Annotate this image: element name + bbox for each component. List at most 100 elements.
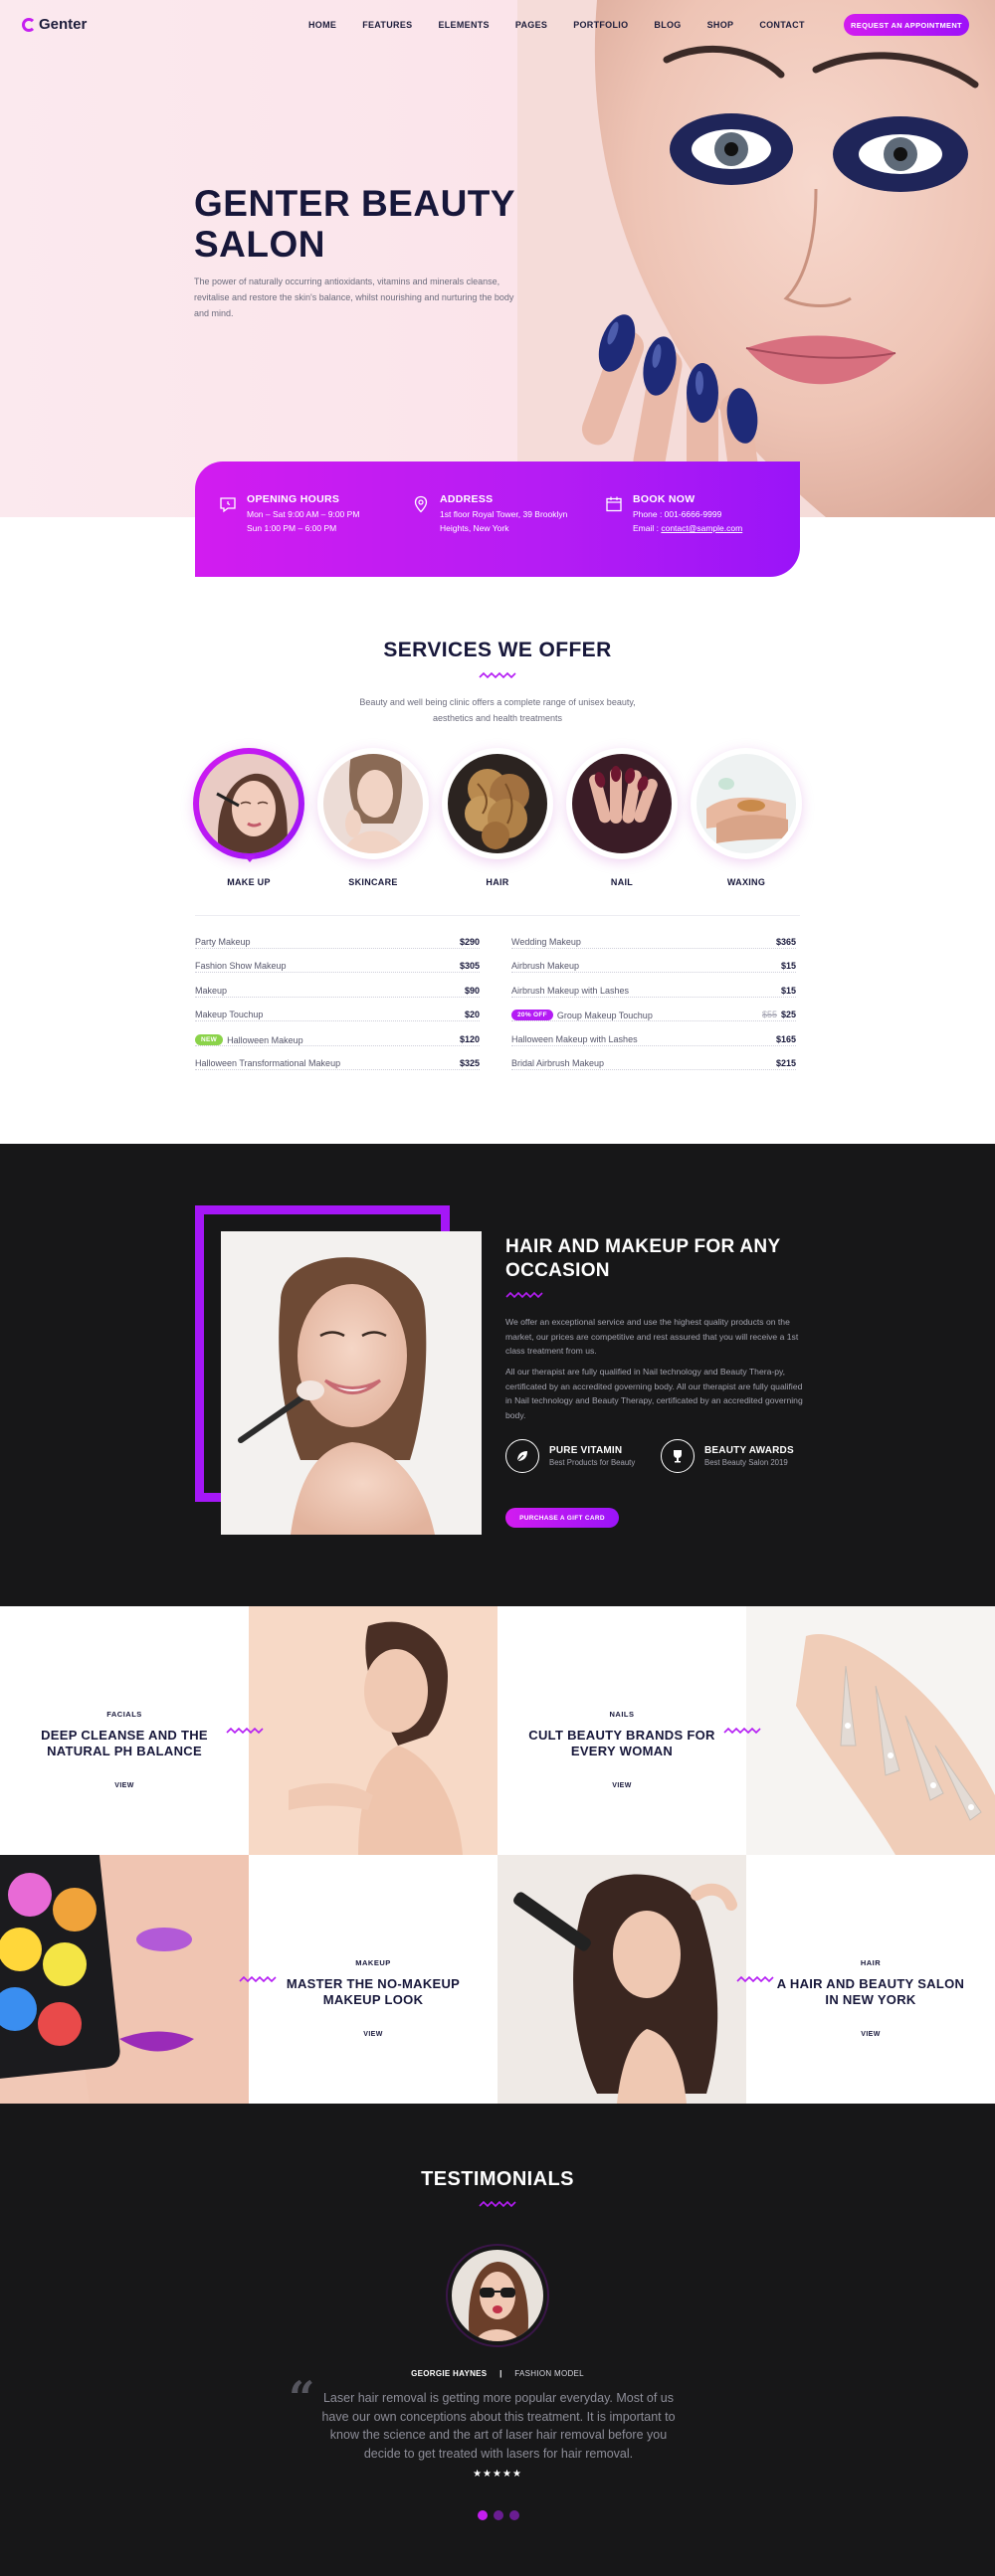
phone-number[interactable]: Phone : 001-6666-9999: [633, 507, 721, 521]
tile-title: CULT BEAUTY BRANDS FOR EVERY WOMAN: [528, 1728, 715, 1758]
service-price: $305: [455, 961, 480, 971]
price-row: 20% OFF Group Makeup Touchup $55 $25: [511, 1010, 796, 1025]
hair-styling-image: [498, 1855, 746, 2104]
logo-icon: [22, 17, 36, 32]
service-price: $20: [460, 1010, 480, 1019]
tile-category: NAILS: [609, 1710, 635, 1719]
request-appointment-button[interactable]: REQUEST AN APPOINTMENT: [844, 14, 969, 36]
service-price: $15: [776, 986, 796, 996]
service-name: Halloween Transformational Makeup: [195, 1058, 345, 1068]
nav-item-shop[interactable]: SHOP: [707, 20, 734, 30]
squiggle-divider-icon: [239, 1975, 277, 1983]
email-link[interactable]: contact@sample.com: [661, 523, 742, 533]
service-price: $25: [780, 1010, 796, 1019]
service-price: $15: [776, 961, 796, 971]
testimonial-avatar-image: [452, 2250, 543, 2341]
tile-makeup-image: [0, 1855, 249, 2104]
price-row: Halloween Makeup with Lashes $165: [511, 1034, 796, 1050]
nav-item-contact[interactable]: CONTACT: [759, 20, 804, 30]
service-image-ring: [566, 748, 678, 859]
opening-hours-sunday: Sun 1:00 PM – 6:00 PM: [247, 523, 337, 533]
price-row: NEW Halloween Makeup $120: [195, 1034, 480, 1050]
service-price: $165: [771, 1034, 796, 1044]
squiggle-divider-icon: [479, 2200, 516, 2208]
service-tab-label: NAIL: [610, 877, 634, 887]
logo[interactable]: Genter: [22, 16, 87, 33]
service-tab-nail[interactable]: NAIL: [566, 748, 678, 887]
purchase-gift-card-button[interactable]: PURCHASE A GIFT CARD: [505, 1508, 619, 1528]
tile-makeup[interactable]: MAKEUP MASTER THE NO-MAKEUP MAKEUP LOOK …: [249, 1855, 498, 2104]
tile-hair[interactable]: HAIR A HAIR AND BEAUTY SALON IN NEW YORK…: [746, 1855, 995, 2104]
hero-description: The power of naturally occurring antioxi…: [194, 276, 514, 318]
trophy-icon: [661, 1439, 695, 1473]
service-name: Party Makeup: [195, 937, 255, 947]
testimonial-author: GEORGIE HAYNES | FASHION MODEL: [0, 2369, 995, 2378]
price-row: Halloween Transformational Makeup $325: [195, 1058, 480, 1074]
feature-pure-vitamin: PURE VITAMIN Best Products for Beauty: [505, 1439, 635, 1473]
active-tab-pointer: [244, 855, 256, 862]
nav-menu: HOME FEATURES ELEMENTS PAGES PORTFOLIO B…: [308, 20, 831, 30]
tile-category: HAIR: [860, 1958, 882, 1967]
tile-category: FACIALS: [106, 1710, 142, 1719]
service-image-ring: [442, 748, 553, 859]
squiggle-divider-icon: [226, 1727, 264, 1735]
carousel-dot-2[interactable]: [494, 2510, 503, 2520]
price-row: Makeup Touchup $20: [195, 1010, 480, 1025]
service-tab-makeup[interactable]: MAKE UP: [193, 748, 304, 887]
service-price: $325: [455, 1058, 480, 1068]
testimonials-title: TESTIMONIALS: [421, 2168, 574, 2190]
price-row: Airbrush Makeup with Lashes $15: [511, 986, 796, 1002]
squiggle-divider-icon: [736, 1975, 774, 1983]
tile-view-link[interactable]: VIEW: [0, 1782, 249, 1789]
calendar-icon: [606, 496, 622, 512]
old-price: $55: [761, 1010, 777, 1019]
logo-text: Genter: [39, 16, 88, 33]
service-name: Airbrush Makeup with Lashes: [511, 986, 634, 996]
services-title: SERVICES WE OFFER: [383, 639, 612, 661]
nav-item-pages[interactable]: PAGES: [515, 20, 547, 30]
author-separator: |: [499, 2369, 502, 2378]
nav-item-home[interactable]: HOME: [308, 20, 336, 30]
tile-facials[interactable]: FACIALS DEEP CLEANSE AND THE NATURAL PH …: [0, 1606, 249, 1855]
tile-facials-image: [249, 1606, 498, 1855]
service-tab-label: MAKE UP: [227, 877, 271, 887]
squiggle-divider-icon: [505, 1291, 543, 1299]
about-model-image: [221, 1231, 482, 1535]
nav-item-features[interactable]: FEATURES: [362, 20, 412, 30]
service-tab-label: HAIR: [486, 877, 509, 887]
nav-item-elements[interactable]: ELEMENTS: [438, 20, 489, 30]
service-price: $365: [771, 937, 796, 947]
service-name: Makeup: [195, 986, 232, 996]
opening-hours-weekdays: Mon – Sat 9:00 AM – 9:00 PM: [247, 509, 360, 519]
nav-item-portfolio[interactable]: PORTFOLIO: [573, 20, 628, 30]
waxing-service-image: [696, 754, 796, 853]
nail-service-image: [572, 754, 672, 853]
squiggle-divider-icon: [479, 671, 516, 679]
carousel-dot-3[interactable]: [509, 2510, 519, 2520]
service-name: Makeup Touchup: [195, 1010, 268, 1019]
service-price: $90: [460, 986, 480, 996]
price-row: Wedding Makeup $365: [511, 937, 796, 953]
service-tab-skincare[interactable]: SKINCARE: [317, 748, 429, 887]
service-tab-label: SKINCARE: [348, 877, 398, 887]
nav-item-blog[interactable]: BLOG: [654, 20, 681, 30]
service-tab-hair[interactable]: HAIR: [442, 748, 553, 887]
tile-view-link[interactable]: VIEW: [746, 2031, 995, 2038]
discount-badge: 20% OFF: [511, 1010, 553, 1020]
price-row: Bridal Airbrush Makeup $215: [511, 1058, 796, 1074]
services-divider: [195, 915, 800, 916]
tile-view-link[interactable]: VIEW: [498, 1782, 746, 1789]
service-tab-waxing[interactable]: WAXING: [691, 748, 802, 887]
price-row: Party Makeup $290: [195, 937, 480, 953]
service-name: Bridal Airbrush Makeup: [511, 1058, 609, 1068]
service-price: $290: [455, 937, 480, 947]
service-name: Airbrush Makeup: [511, 961, 584, 971]
carousel-dot-1[interactable]: [478, 2510, 488, 2520]
carousel-dots: [478, 2510, 519, 2520]
tile-view-link[interactable]: VIEW: [249, 2031, 498, 2038]
feature-beauty-awards: BEAUTY AWARDS Best Beauty Salon 2019: [661, 1439, 794, 1473]
squiggle-divider-icon: [723, 1727, 761, 1735]
tile-nails[interactable]: NAILS CULT BEAUTY BRANDS FOR EVERY WOMAN…: [498, 1606, 746, 1855]
testimonial-quote: Laser hair removal is getting more popul…: [321, 2391, 676, 2461]
email-line: Email : contact@sample.com: [633, 521, 742, 535]
